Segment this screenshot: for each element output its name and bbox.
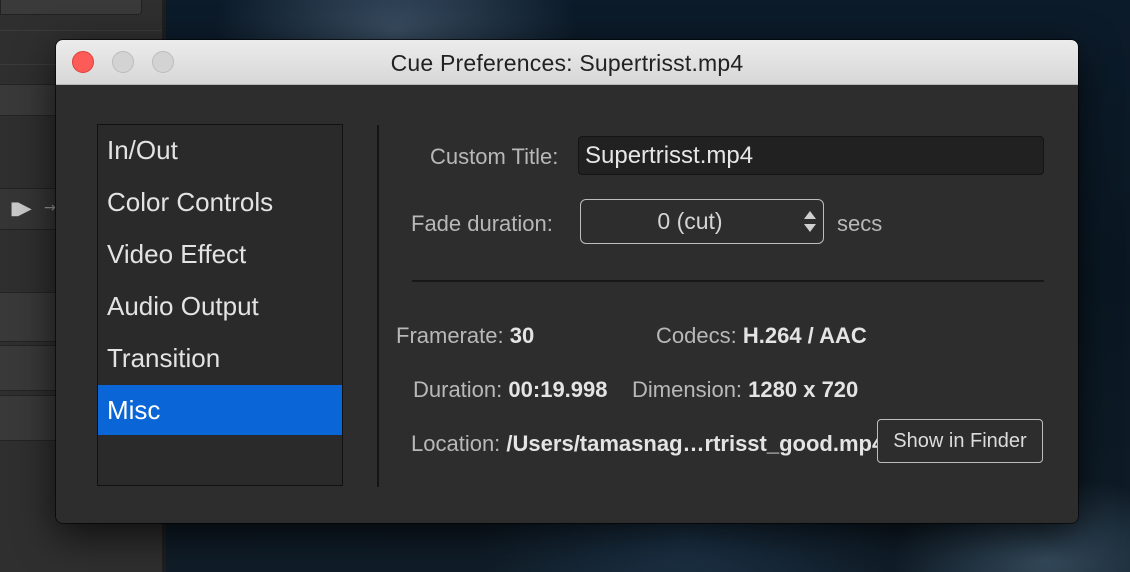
fade-duration-unit: secs <box>837 211 883 236</box>
show-in-finder-button[interactable]: Show in Finder <box>877 419 1043 463</box>
stepper-down-icon[interactable] <box>804 224 816 232</box>
framerate-value: 30 <box>509 323 535 348</box>
dimension-label-text: Dimension: <box>632 377 743 402</box>
section-divider <box>412 280 1044 282</box>
preferences-content: In/Out Color Controls Video Effect Audio… <box>56 85 1078 523</box>
location-label-text: Location: <box>411 431 501 456</box>
sidebar-item-audio-output[interactable]: Audio Output <box>98 281 342 331</box>
arrow-right-icon: → <box>44 200 56 216</box>
sidebar-item-misc[interactable]: Misc <box>98 385 342 435</box>
location-label: Location: /Users/tamasnag…rtrisst_good.m… <box>411 431 884 457</box>
sidebar-item-in-out[interactable]: In/Out <box>98 125 342 175</box>
title-bar[interactable]: Cue Preferences: Supertrisst.mp4 <box>56 40 1078 85</box>
duration-label: Duration: 00:19.998 <box>413 377 608 403</box>
background-field <box>0 0 142 15</box>
location-value: /Users/tamasnag…rtrisst_good.mp4 <box>506 431 885 456</box>
preferences-sidebar: In/Out Color Controls Video Effect Audio… <box>97 124 343 486</box>
background-playhead-control: ▮▶ → <box>0 188 60 230</box>
codecs-label: Codecs: H.264 / AAC <box>656 323 867 349</box>
fade-duration-label: Fade duration: <box>411 211 553 236</box>
background-divider <box>0 30 166 31</box>
custom-title-input[interactable] <box>578 136 1044 175</box>
fade-duration-stepper[interactable]: 0 (cut) <box>580 199 824 244</box>
panel-divider <box>377 125 379 487</box>
sidebar-item-video-effect[interactable]: Video Effect <box>98 229 342 279</box>
custom-title-label: Custom Title: <box>430 144 559 169</box>
framerate-label-text: Framerate: <box>396 323 504 348</box>
codecs-label-text: Codecs: <box>656 323 737 348</box>
duration-label-text: Duration: <box>413 377 503 402</box>
sidebar-item-transition[interactable]: Transition <box>98 333 342 383</box>
dimension-value: 1280 x 720 <box>748 377 859 402</box>
sidebar-item-color-controls[interactable]: Color Controls <box>98 177 342 227</box>
dimension-label: Dimension: 1280 x 720 <box>632 377 858 403</box>
codecs-value: H.264 / AAC <box>742 323 867 348</box>
stepper-arrows-icon[interactable] <box>804 210 816 234</box>
framerate-label: Framerate: 30 <box>396 323 534 349</box>
play-from-icon: ▮▶ <box>10 198 32 219</box>
duration-value: 00:19.998 <box>508 377 608 402</box>
window-title: Cue Preferences: Supertrisst.mp4 <box>390 50 744 76</box>
fade-duration-value: 0 (cut) <box>657 208 723 234</box>
stepper-up-icon[interactable] <box>804 211 816 219</box>
cue-preferences-window: Cue Preferences: Supertrisst.mp4 In/Out … <box>56 40 1078 523</box>
